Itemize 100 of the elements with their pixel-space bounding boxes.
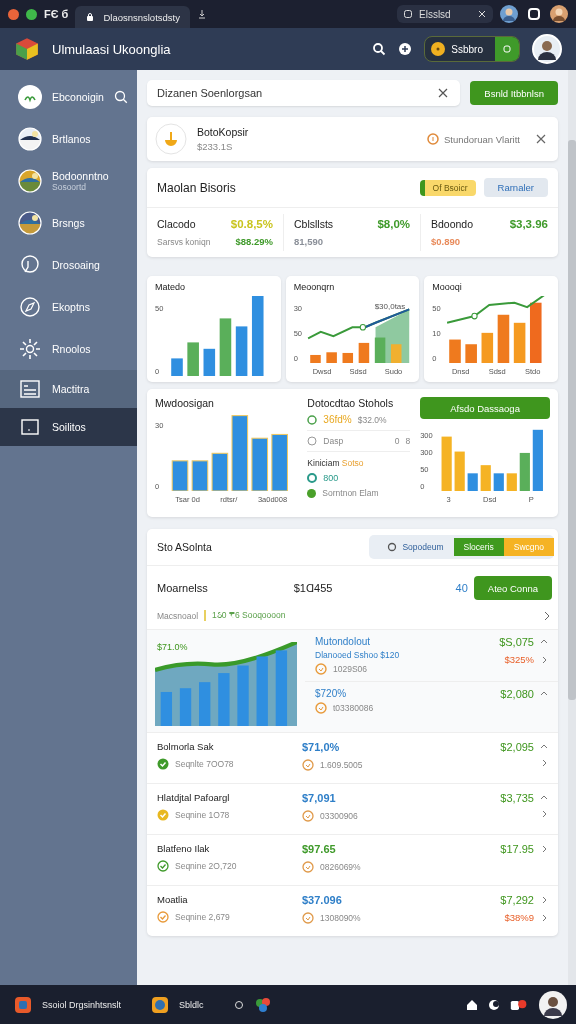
row-status: Seqnine 2О,720 xyxy=(175,861,237,871)
item-code: t03380086 xyxy=(333,703,374,713)
notice-amount: $233.1Ѕ xyxy=(197,141,234,152)
row-code: 0826069% xyxy=(320,862,361,872)
row-amount: $71,0% xyxy=(302,741,341,753)
row-status: Seqnine 1О78 xyxy=(175,810,230,820)
sidebar-item[interactable]: Mactitra xyxy=(0,370,137,408)
leaf-logo-icon xyxy=(18,85,42,109)
sidebar-item[interactable]: Brsngs xyxy=(0,202,137,244)
chevron-right-icon[interactable] xyxy=(540,810,548,818)
list-icon xyxy=(18,377,42,401)
account-total: $1Ɑ455 xyxy=(293,582,333,594)
square-icon xyxy=(403,9,413,19)
download-icon[interactable] xyxy=(196,9,207,19)
metric-value: $3,3.96 xyxy=(509,218,548,230)
legend-dot xyxy=(307,488,317,498)
avatar-icon[interactable] xyxy=(500,5,518,23)
metric-subvalue: 81,590 xyxy=(294,236,324,247)
browser-tab[interactable]: Dlaosnsnslotsdsty xyxy=(75,6,190,28)
square-icon xyxy=(502,44,512,54)
avatar-icon[interactable] xyxy=(538,989,568,1020)
check-circle-icon xyxy=(307,473,318,483)
info-chip[interactable]: Stundoruan Vlaritt xyxy=(420,129,526,149)
item-title: Mutondolout xyxy=(315,636,372,647)
segment-tab[interactable]: Sopodeum xyxy=(377,538,454,556)
row-code: 1.609.5005 xyxy=(320,760,363,770)
sidebar-item[interactable]: Bodoonntno Sosoortd xyxy=(0,160,137,202)
subsection-title: Kiniciam Sotso xyxy=(307,458,364,468)
avatar-icon[interactable] xyxy=(532,34,562,64)
browser-label: FЄ б xyxy=(44,8,69,20)
item-code: 1029S06 xyxy=(333,664,368,674)
item-title: $720% xyxy=(315,688,348,699)
chevron-right-icon[interactable] xyxy=(540,759,548,767)
action-button[interactable]: Ateo Conna xyxy=(473,576,552,600)
row-title: Moatlia xyxy=(157,894,189,905)
check-circle-icon xyxy=(307,414,318,425)
chevron-right-icon[interactable] xyxy=(540,655,548,664)
maximize-window-icon[interactable] xyxy=(26,8,37,20)
search-icon[interactable] xyxy=(372,42,387,56)
info-icon xyxy=(426,133,439,145)
sidebar-item[interactable]: Brtlanos xyxy=(0,118,137,160)
item-detail: Dlanooed Sshoo $120 xyxy=(315,650,400,660)
status-badge: Of Bsoicr xyxy=(419,179,476,196)
close-icon[interactable] xyxy=(536,134,546,144)
close-icon[interactable] xyxy=(438,88,449,98)
row-code: 03300906 xyxy=(320,811,358,821)
action-button[interactable]: Bsnld Itbbnlsn xyxy=(470,81,558,105)
chart-label: $71.0% xyxy=(157,642,188,652)
sidebar-item[interactable]: Rnoolos xyxy=(0,328,137,370)
chevron-right-icon[interactable] xyxy=(540,845,548,853)
scrollbar[interactable] xyxy=(568,70,576,985)
metric-subvalue: $88.29% xyxy=(235,236,273,247)
row-change: $38%9 xyxy=(504,912,534,923)
search-field[interactable]: Dizanen Soenlorgsan xyxy=(147,80,461,106)
chevron-up-icon[interactable] xyxy=(540,794,548,802)
stat-label: Dasp xyxy=(323,436,344,446)
compass-icon xyxy=(18,295,42,319)
row-title: Blatfeno Ilak xyxy=(157,843,211,854)
chart-title: Matedo xyxy=(155,282,187,292)
avatar-icon[interactable] xyxy=(550,5,568,23)
close-window-icon[interactable] xyxy=(8,8,19,20)
notice-title: BotoKopsir xyxy=(197,126,249,138)
circle-icon xyxy=(387,542,398,552)
segment-tab[interactable]: Sloceris xyxy=(453,538,504,556)
chevron-right-icon[interactable] xyxy=(542,610,552,621)
sidebar-item[interactable]: Drosoaing xyxy=(0,244,137,286)
lock-icon xyxy=(85,12,96,22)
row-code: 1308090% xyxy=(320,913,361,923)
chevron-right-icon[interactable] xyxy=(540,913,548,922)
secondary-button[interactable]: Rarnaler xyxy=(483,178,548,197)
moon-icon[interactable] xyxy=(488,998,500,1011)
extension-icon[interactable] xyxy=(525,5,543,23)
sidebar-item[interactable]: Ebconoigin xyxy=(0,76,137,118)
settings-icon xyxy=(18,337,42,361)
account-count: 40 xyxy=(455,582,468,594)
app-icon[interactable] xyxy=(14,995,32,1014)
search-icon[interactable] xyxy=(113,90,128,104)
taskbar-label: Ssoiol Drgsinhtsnslt xyxy=(42,999,122,1010)
status-pill[interactable]: Ssbbro xyxy=(424,36,520,62)
row-title: Hlatdjtal Pafoargl xyxy=(157,792,231,803)
stat-value: 0 xyxy=(394,436,400,446)
section-title: Sto ASolnta xyxy=(157,541,212,553)
app-icon[interactable] xyxy=(151,995,170,1014)
chevron-up-icon[interactable] xyxy=(540,638,548,646)
chevron-up-icon[interactable] xyxy=(540,743,548,751)
action-button[interactable]: Afsdo Dassaoga xyxy=(420,397,550,419)
color-blocks-icon[interactable] xyxy=(253,995,272,1014)
home-icon[interactable] xyxy=(466,998,478,1011)
address-field[interactable]: Elsslsd xyxy=(397,5,493,23)
row-status: Seqnine 2,679 xyxy=(175,912,230,922)
chevron-up-icon[interactable] xyxy=(540,690,548,698)
metric-name: Cblsllsts xyxy=(294,218,334,230)
row-amount: $97.65 xyxy=(302,843,337,855)
sidebar-item[interactable]: Ekoptns xyxy=(0,286,137,328)
chevron-right-icon[interactable] xyxy=(540,896,548,904)
taskbar-label[interactable]: Sbldlc xyxy=(179,999,204,1010)
metric-value: $0.8,5% xyxy=(230,218,273,230)
circle-icon[interactable] xyxy=(233,999,244,1010)
account-label: Macsnoaol xyxy=(157,610,199,621)
sidebar-item[interactable]: Soilitos xyxy=(0,408,137,446)
